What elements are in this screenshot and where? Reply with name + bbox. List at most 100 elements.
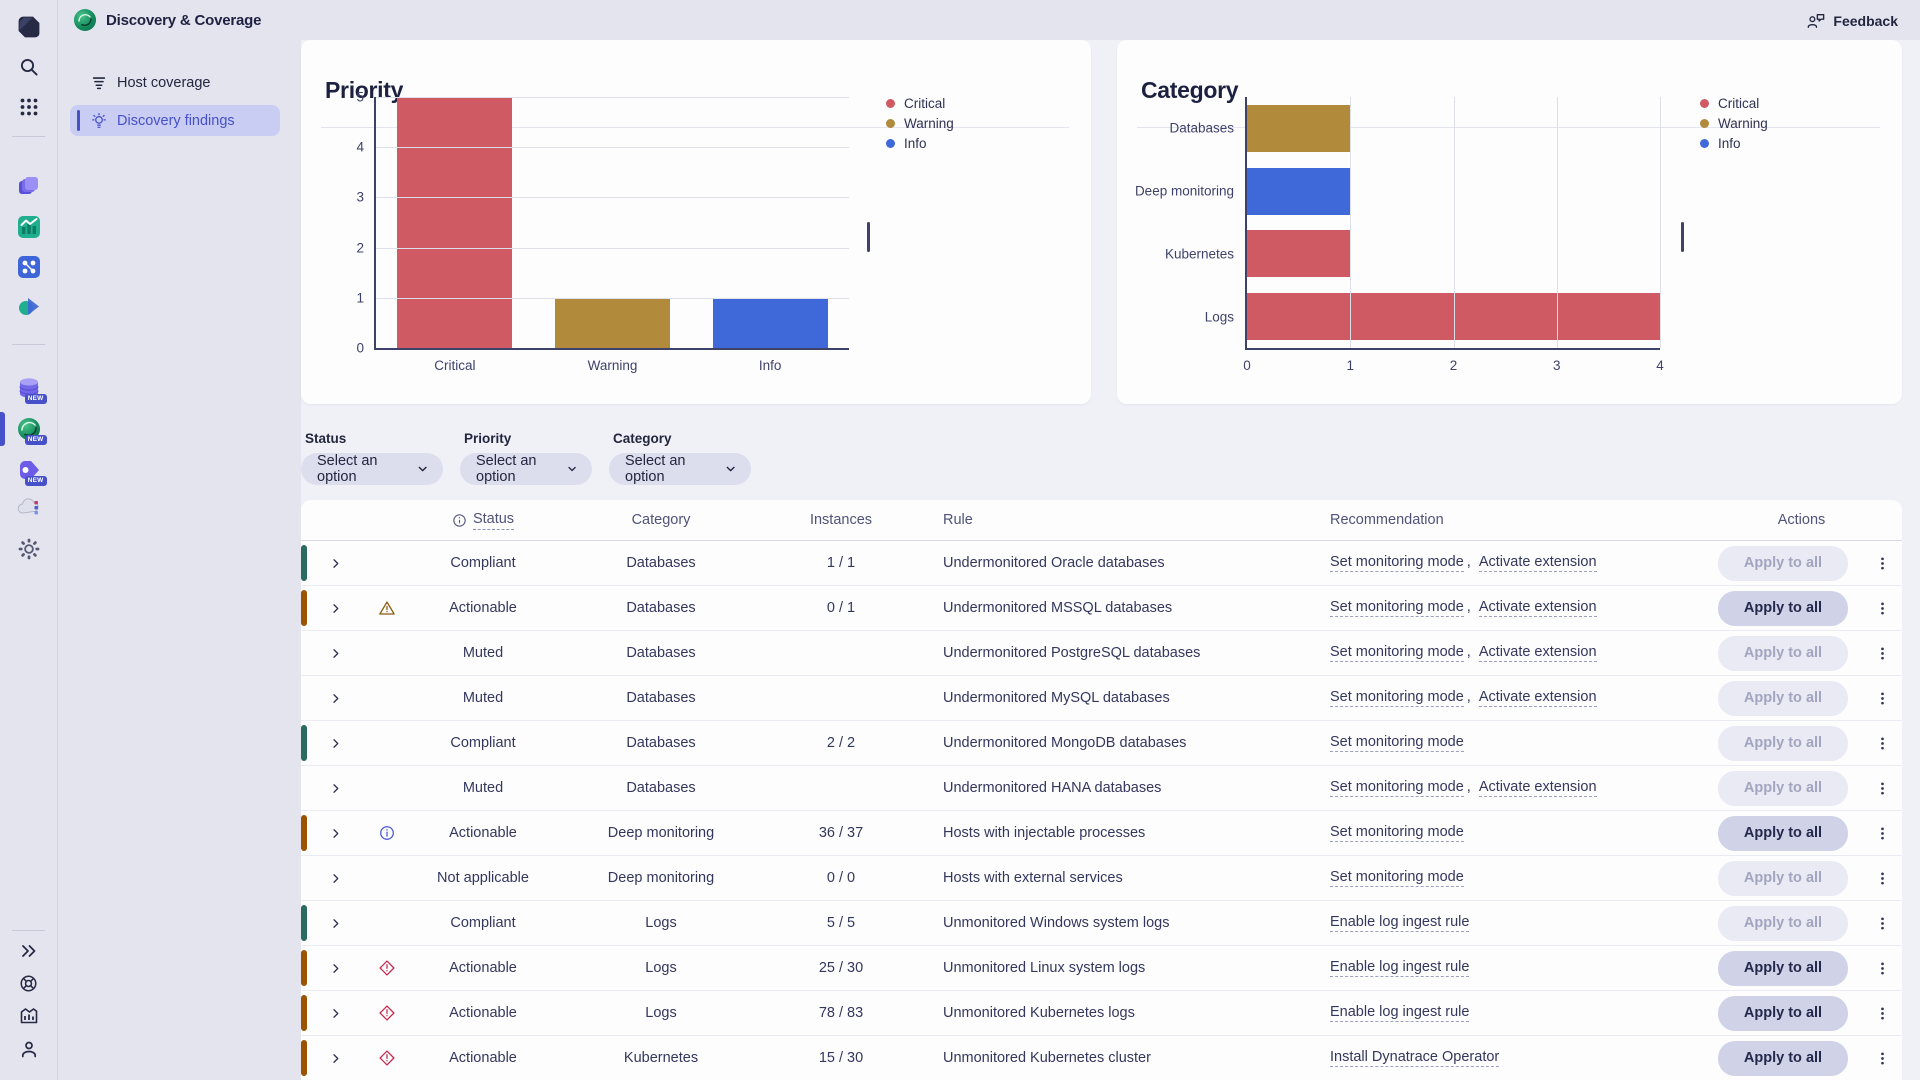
cloud-import-icon[interactable] [16, 494, 42, 520]
dynatrace-logo[interactable] [16, 14, 42, 40]
row-menu-button[interactable] [1872, 868, 1893, 889]
legend-scrollbar[interactable] [867, 222, 870, 252]
segments-app-icon[interactable]: NEW [16, 457, 42, 483]
legend-item-info[interactable]: Info [1700, 135, 1768, 151]
recommendation-link[interactable]: Activate extension [1479, 644, 1597, 662]
rule-link[interactable]: Hosts with external services [943, 870, 1123, 886]
sidebar-item-host-coverage[interactable]: Host coverage [70, 67, 280, 98]
feedback-button[interactable]: Feedback [1800, 6, 1904, 36]
table-row[interactable]: MutedDatabasesUndermonitored HANA databa… [301, 766, 1902, 811]
analytics-app-icon[interactable] [16, 214, 42, 240]
search-icon[interactable] [16, 54, 42, 80]
kubernetes-app-icon[interactable] [16, 294, 42, 320]
row-expander-button[interactable] [301, 916, 369, 931]
recommendation-link[interactable]: Set monitoring mode [1330, 824, 1464, 842]
recommendation-link[interactable]: Enable log ingest rule [1330, 1004, 1469, 1022]
apply-to-all-button[interactable]: Apply to all [1718, 816, 1848, 851]
recommendation-link[interactable]: Activate extension [1479, 599, 1597, 617]
rule-link[interactable]: Undermonitored Oracle databases [943, 555, 1165, 571]
table-row[interactable]: ActionableDatabases0 / 1Undermonitored M… [301, 586, 1902, 631]
clouds-app-icon[interactable] [16, 174, 42, 200]
recommendation-link[interactable]: Install Dynatrace Operator [1330, 1049, 1499, 1067]
recommendation-link[interactable]: Enable log ingest rule [1330, 914, 1469, 932]
apps-grid-icon[interactable] [16, 94, 42, 120]
expand-rail-icon[interactable] [16, 938, 42, 964]
table-row[interactable]: ActionableLogs25 / 30Unmonitored Linux s… [301, 946, 1902, 991]
row-expander-button[interactable] [301, 646, 369, 661]
table-row[interactable]: Not applicableDeep monitoring0 / 0Hosts … [301, 856, 1902, 901]
row-menu-button[interactable] [1872, 733, 1893, 754]
apply-to-all-button[interactable]: Apply to all [1718, 1041, 1848, 1076]
recommendation-link[interactable]: Set monitoring mode [1330, 644, 1464, 662]
row-menu-button[interactable] [1872, 553, 1893, 574]
table-row[interactable]: CompliantLogs5 / 5Unmonitored Windows sy… [301, 901, 1902, 946]
column-header-status[interactable]: Status [405, 511, 561, 530]
databases-app-icon[interactable]: NEW [16, 375, 42, 401]
legend-item-warning[interactable]: Warning [886, 115, 954, 131]
discovery-coverage-app-icon[interactable]: NEW [16, 416, 42, 442]
table-row[interactable]: CompliantDatabases2 / 2Undermonitored Mo… [301, 721, 1902, 766]
row-menu-button[interactable] [1872, 1048, 1893, 1069]
row-expander-button[interactable] [301, 601, 369, 616]
usage-chart-icon[interactable] [16, 1003, 42, 1029]
row-expander-button[interactable] [301, 691, 369, 706]
recommendation-link[interactable]: Set monitoring mode [1330, 779, 1464, 797]
legend-item-critical[interactable]: Critical [886, 95, 954, 111]
recommendation-link[interactable]: Set monitoring mode [1330, 689, 1464, 707]
rule-link[interactable]: Hosts with injectable processes [943, 825, 1145, 841]
table-row[interactable]: MutedDatabasesUndermonitored PostgreSQL … [301, 631, 1902, 676]
status-filter-select[interactable]: Select an option [301, 453, 443, 485]
rule-link[interactable]: Undermonitored MySQL databases [943, 690, 1170, 706]
rule-link[interactable]: Undermonitored MongoDB databases [943, 735, 1186, 751]
rule-link[interactable]: Unmonitored Kubernetes cluster [943, 1050, 1151, 1066]
row-menu-button[interactable] [1872, 913, 1893, 934]
table-row[interactable]: CompliantDatabases1 / 1Undermonitored Or… [301, 541, 1902, 586]
recommendation-link[interactable]: Set monitoring mode [1330, 869, 1464, 887]
row-menu-button[interactable] [1872, 688, 1893, 709]
row-expander-button[interactable] [301, 1006, 369, 1021]
extensions-app-icon[interactable] [16, 254, 42, 280]
row-expander-button[interactable] [301, 736, 369, 751]
apply-to-all-button[interactable]: Apply to all [1718, 951, 1848, 986]
row-expander-button[interactable] [301, 1051, 369, 1066]
apply-to-all-button[interactable]: Apply to all [1718, 591, 1848, 626]
recommendation-link[interactable]: Enable log ingest rule [1330, 959, 1469, 977]
legend-item-critical[interactable]: Critical [1700, 95, 1768, 111]
row-expander-button[interactable] [301, 781, 369, 796]
recommendation-link[interactable]: Set monitoring mode [1330, 599, 1464, 617]
rule-link[interactable]: Unmonitored Linux system logs [943, 960, 1145, 976]
legend-item-info[interactable]: Info [886, 135, 954, 151]
legend-item-warning[interactable]: Warning [1700, 115, 1768, 131]
rule-link[interactable]: Unmonitored Windows system logs [943, 915, 1169, 931]
help-lifebuoy-icon[interactable] [16, 970, 42, 996]
rule-link[interactable]: Unmonitored Kubernetes logs [943, 1005, 1135, 1021]
row-expander-button[interactable] [301, 826, 369, 841]
row-menu-button[interactable] [1872, 823, 1893, 844]
table-row[interactable]: MutedDatabasesUndermonitored MySQL datab… [301, 676, 1902, 721]
recommendation-link[interactable]: Set monitoring mode [1330, 554, 1464, 572]
sidebar-item-discovery-findings[interactable]: Discovery findings [70, 105, 280, 136]
account-person-icon[interactable] [16, 1036, 42, 1062]
legend-scrollbar[interactable] [1681, 222, 1684, 252]
rule-link[interactable]: Undermonitored PostgreSQL databases [943, 645, 1200, 661]
recommendation-link[interactable]: Activate extension [1479, 689, 1597, 707]
rule-link[interactable]: Undermonitored MSSQL databases [943, 600, 1172, 616]
table-row[interactable]: ActionableDeep monitoring36 / 37Hosts wi… [301, 811, 1902, 856]
row-expander-button[interactable] [301, 961, 369, 976]
apply-to-all-button[interactable]: Apply to all [1718, 996, 1848, 1031]
priority-filter-select[interactable]: Select an option [460, 453, 592, 485]
row-expander-button[interactable] [301, 871, 369, 886]
table-row[interactable]: ActionableLogs78 / 83Unmonitored Kuberne… [301, 991, 1902, 1036]
row-menu-button[interactable] [1872, 958, 1893, 979]
category-filter-select[interactable]: Select an option [609, 453, 751, 485]
settings-gear-icon[interactable] [16, 536, 42, 562]
row-menu-button[interactable] [1872, 598, 1893, 619]
recommendation-link[interactable]: Activate extension [1479, 554, 1597, 572]
row-expander-button[interactable] [301, 556, 369, 571]
table-row[interactable]: ActionableKubernetes15 / 30Unmonitored K… [301, 1036, 1902, 1080]
recommendation-link[interactable]: Set monitoring mode [1330, 734, 1464, 752]
row-menu-button[interactable] [1872, 643, 1893, 664]
row-menu-button[interactable] [1872, 778, 1893, 799]
row-menu-button[interactable] [1872, 1003, 1893, 1024]
recommendation-link[interactable]: Activate extension [1479, 779, 1597, 797]
